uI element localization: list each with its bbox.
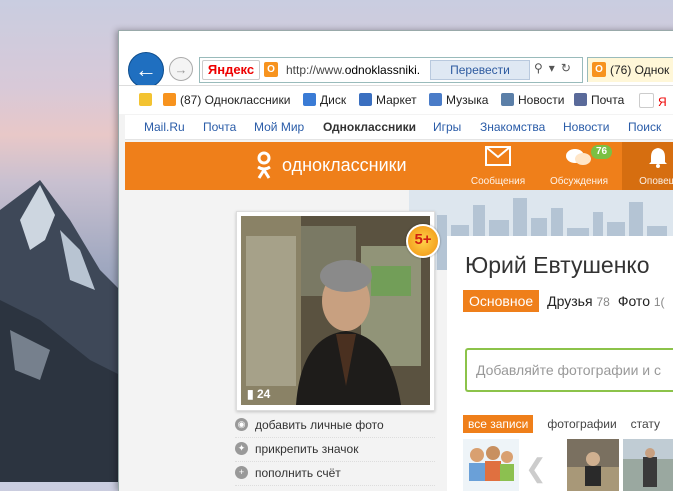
header-item-label: Оповещ (639, 176, 673, 187)
tab-favicon-icon: O (592, 62, 606, 77)
nav-igry[interactable]: Игры (433, 120, 461, 134)
ok-header: одноклассники Сообщения Обсуждения 76 Оп… (125, 142, 673, 190)
nav-pochta[interactable]: Почта (203, 120, 236, 134)
header-item-label: Сообщения (470, 176, 526, 187)
profile-photo-image (241, 216, 430, 405)
nav-znakomstva[interactable]: Знакомства (480, 120, 545, 134)
nav-novosti[interactable]: Новости (563, 120, 609, 134)
url-text[interactable]: http://www.odnoklassniki. (286, 63, 420, 77)
side-link-label: пополнить счёт (255, 466, 341, 480)
friends-thumbnail[interactable] (463, 439, 519, 491)
feed-tab-statuses[interactable]: стату (631, 417, 660, 431)
tab-label: Друзья (547, 293, 593, 309)
tab-title: (76) Однок (610, 63, 670, 77)
fav-label: Новости (518, 93, 565, 107)
forward-button[interactable]: → (169, 57, 193, 81)
nav-odnoklassniki[interactable]: Одноклассники (323, 120, 416, 134)
side-link-label: добавить личные фото (255, 418, 384, 432)
fav-label: Я (658, 95, 667, 109)
fav-label: Почта (591, 93, 625, 107)
fav-label: Музыка (446, 93, 489, 107)
tab-count: 78 (596, 295, 610, 309)
arrow-left-icon: ← (135, 57, 157, 82)
five-plus-badge[interactable]: 5+ (406, 224, 440, 258)
side-link-topup[interactable]: + пополнить счёт (235, 463, 435, 486)
ok-top-navigation: Mail.Ru Почта Мой Мир Одноклассники Игры… (125, 115, 673, 140)
feed-tabs: все записи фотографии стату (463, 415, 660, 433)
refresh-icon[interactable]: ↻ (561, 61, 577, 75)
comments-count-value: 24 (256, 387, 271, 401)
dropdown-icon[interactable]: ▾ (549, 61, 561, 75)
nav-moi-mir[interactable]: Мой Мир (254, 120, 304, 134)
url-domain: odnoklassniki. (344, 63, 421, 77)
chevron-left-icon[interactable]: ❮ (525, 453, 547, 484)
fav-item-music[interactable]: Музыка (429, 93, 488, 107)
fav-item-mail[interactable]: Почта (574, 93, 624, 107)
plus-icon: + (235, 466, 248, 479)
fav-item-odnoklassniki[interactable]: (87) Одноклассники (163, 93, 290, 107)
favorites-star-icon[interactable] (139, 93, 156, 107)
tab-count: 1( (653, 295, 665, 309)
feed-thumbnails: ❮ (463, 439, 673, 491)
ok-favicon-icon: O (264, 62, 278, 77)
discussions-count-badge: 76 (591, 145, 613, 159)
side-link-add-photo[interactable]: ◉ добавить личные фото (235, 415, 435, 438)
badge-icon: ✦ (235, 442, 248, 455)
address-bar[interactable]: Яндекс O http://www.odnoklassniki. Перев… (199, 57, 583, 83)
chat-bubbles-icon (566, 149, 591, 165)
search-engine-label: Яндекс (207, 62, 255, 77)
feed-tab-photos[interactable]: фотографии (547, 417, 616, 431)
header-messages[interactable]: Сообщения (462, 146, 534, 187)
tab-label: Фото (617, 293, 650, 309)
header-item-label: Обсуждения (549, 176, 609, 187)
fav-item-news[interactable]: Новости (501, 93, 564, 107)
profile-tabs: Основное Друзья 78 Фото 1( (463, 290, 665, 312)
photo-thumbnail-2[interactable] (623, 439, 673, 491)
fav-label: Маркет (376, 93, 417, 107)
search-engine-badge[interactable]: Яндекс (202, 60, 260, 80)
header-notifications[interactable]: Оповещ (622, 142, 673, 190)
fav-label: Диск (320, 93, 347, 107)
profile-main-panel: Юрий Евтушенко Основное Друзья 78 Фото 1( … (447, 236, 673, 491)
search-icon[interactable]: ⚲ (534, 61, 549, 75)
comment-icon: ▮ (247, 387, 254, 401)
side-link-label: прикрепить значок (255, 442, 359, 456)
photo-thumbnail-1[interactable] (567, 439, 619, 491)
back-button[interactable]: ← (128, 52, 164, 88)
fav-item-market[interactable]: Маркет (359, 93, 417, 107)
post-input[interactable]: Добавляйте фотографии и с (465, 348, 673, 392)
fav-label: (87) Одноклассники (180, 93, 291, 107)
camera-icon: ◉ (235, 418, 248, 431)
bell-icon (649, 148, 667, 168)
browser-toolbar: ← → Яндекс O http://www.odnoklassniki. П… (119, 31, 673, 114)
translate-button[interactable]: Перевести (430, 60, 530, 80)
profile-photo[interactable]: ▮ 24 (241, 216, 430, 405)
comments-count[interactable]: ▮ 24 (247, 387, 270, 401)
address-actions: ⚲▾↻ (534, 61, 577, 75)
feed-tab-all[interactable]: все записи (463, 415, 534, 433)
tab-main[interactable]: Основное (463, 290, 540, 312)
post-input-placeholder: Добавляйте фотографии и с (476, 362, 662, 378)
url-prefix: http://www. (286, 63, 345, 77)
fav-item-disk[interactable]: Диск (303, 93, 346, 107)
desktop-mountain-wallpaper (0, 180, 130, 482)
arrow-right-icon: → (174, 61, 188, 77)
favorites-bar: (87) Одноклассники Диск Маркет Музыка Но… (119, 85, 673, 114)
browser-tab[interactable]: O (76) Однок (587, 57, 673, 82)
fav-item-ya[interactable]: Я (639, 93, 667, 109)
tab-photos[interactable]: Фото 1( (618, 293, 665, 309)
nav-mailru[interactable]: Mail.Ru (144, 120, 185, 134)
ok-logo-text[interactable]: одноклассники (282, 155, 407, 176)
tab-friends[interactable]: Друзья 78 (547, 293, 610, 309)
envelope-icon (485, 146, 511, 166)
profile-name: Юрий Евтушенко (465, 252, 650, 278)
browser-window: ← → Яндекс O http://www.odnoklassniki. П… (118, 30, 673, 491)
side-link-pin-badge[interactable]: ✦ прикрепить значок (235, 439, 435, 462)
nav-poisk[interactable]: Поиск (628, 120, 661, 134)
ok-logo-icon[interactable] (255, 151, 273, 181)
